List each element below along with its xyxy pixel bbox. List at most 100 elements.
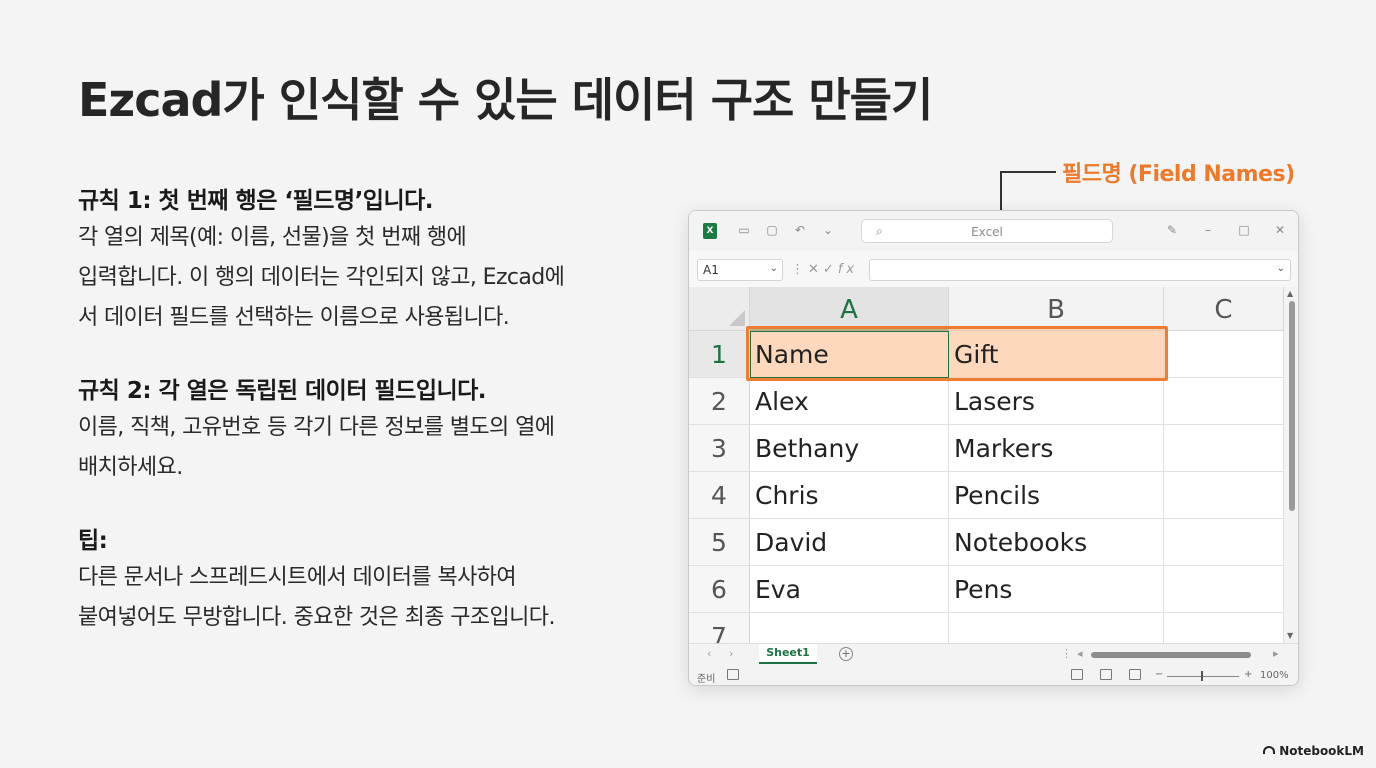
cell-b3[interactable]: Markers (949, 425, 1164, 472)
cell-a7[interactable] (750, 613, 949, 643)
formula-input[interactable]: ⌄ (869, 259, 1291, 281)
cell-a2[interactable]: Alex (750, 378, 949, 425)
tip: 팁: 다른 문서나 스프레드시트에서 데이터를 복사하여 붙여넣어도 무방합니다… (78, 524, 678, 638)
row-header[interactable]: 2 (689, 378, 750, 425)
column-header-b[interactable]: B (949, 287, 1164, 331)
sheet-tab-bar: ‹ › Sheet1 + ⋮ ◂ ▸ (689, 643, 1298, 665)
rule-2-line: 배치하세요. (78, 455, 183, 480)
scroll-down-icon[interactable]: ▼ (1287, 631, 1293, 640)
rule-1: 규칙 1: 첫 번째 행은 ‘필드명’입니다. 각 열의 제목(예: 이름, 선… (78, 184, 678, 338)
rule-2-body: 이름, 직책, 고유번호 등 각기 다른 정보를 별도의 열에 배치하세요. (78, 408, 678, 488)
name-box[interactable]: A1 ⌄ (697, 259, 783, 281)
normal-view-icon[interactable] (1071, 669, 1083, 680)
vertical-scrollbar[interactable]: ▲ ▼ (1284, 287, 1298, 643)
cell-a3[interactable]: Bethany (750, 425, 949, 472)
cell-b4[interactable]: Pencils (949, 472, 1164, 519)
field-name-name: Name (755, 340, 829, 369)
row-header[interactable]: 7 (689, 613, 750, 643)
select-all-corner[interactable] (689, 287, 750, 331)
scroll-left-icon[interactable]: ◂ (1077, 647, 1083, 660)
chevron-down-icon[interactable]: ⌄ (821, 223, 835, 237)
zoom-level[interactable]: 100% (1260, 670, 1289, 681)
rule-1-line: 각 열의 제목(예: 이름, 선물)을 첫 번째 행에 (78, 225, 467, 250)
row-header[interactable]: 1 (689, 331, 750, 378)
column-header-a[interactable]: A (750, 287, 949, 331)
search-input[interactable]: ⌕ Excel (861, 219, 1113, 243)
scroll-up-icon[interactable]: ▲ (1287, 289, 1293, 298)
fx-icon[interactable]: fx (838, 262, 858, 277)
brand-name: NotebookLM (1279, 744, 1364, 758)
spreadsheet-grid: A B C 1 2 3 4 5 6 7 Alex Lasers Bethany … (689, 287, 1284, 643)
field-names-callout: 필드명 (Field Names) (1062, 162, 1295, 187)
rule-1-heading: 규칙 1: 첫 번째 행은 ‘필드명’입니다. (78, 188, 434, 214)
tip-heading: 팁: (78, 528, 108, 554)
row-header[interactable]: 3 (689, 425, 750, 472)
check-icon[interactable]: ✓ (823, 262, 838, 277)
formula-bar: A1 ⌄ ⋮✕✓fx ⌄ (689, 257, 1298, 285)
scroll-right-icon[interactable]: ▸ (1273, 647, 1279, 660)
row-header[interactable]: 4 (689, 472, 750, 519)
cell-b6[interactable]: Pens (949, 566, 1164, 613)
title-bar: X ▭ ▢ ↶ ⌄ ⌕ Excel ✎ – □ ✕ (689, 211, 1298, 251)
cell-c4[interactable] (1164, 472, 1284, 519)
notebooklm-icon (1263, 746, 1276, 754)
cell-c2[interactable] (1164, 378, 1284, 425)
page-title: Ezcad가 인식할 수 있는 데이터 구조 만들기 (78, 73, 933, 127)
callout-connector (1000, 171, 1056, 173)
rule-1-line: 입력합니다. 이 행의 데이터는 각인되지 않고, Ezcad에 (78, 265, 565, 290)
tip-body: 다른 문서나 스프레드시트에서 데이터를 복사하여 붙여넣어도 무방합니다. 중… (78, 558, 678, 638)
folder-icon[interactable]: ▢ (765, 223, 779, 237)
page-break-icon[interactable] (1129, 669, 1141, 680)
horizontal-scrollbar-thumb[interactable] (1091, 652, 1251, 658)
add-sheet-icon[interactable]: + (839, 647, 853, 661)
accessibility-icon[interactable] (727, 669, 739, 680)
row-header[interactable]: 5 (689, 519, 750, 566)
chevron-down-icon: ⌄ (769, 263, 778, 274)
cell-a4[interactable]: Chris (750, 472, 949, 519)
scrollbar-thumb[interactable] (1289, 301, 1295, 511)
brand-logo: NotebookLM (1263, 744, 1364, 758)
column-header-c[interactable]: C (1164, 287, 1284, 331)
maximize-icon[interactable]: □ (1237, 223, 1251, 237)
rules-section: 규칙 1: 첫 번째 행은 ‘필드명’입니다. 각 열의 제목(예: 이름, 선… (78, 184, 678, 674)
prev-sheet-icon[interactable]: ‹ (707, 647, 711, 660)
excel-window: X ▭ ▢ ↶ ⌄ ⌕ Excel ✎ – □ ✕ A1 ⌄ ⋮✕✓fx ⌄ A… (688, 210, 1299, 686)
status-bar: 준비 − + 100% (689, 665, 1298, 685)
pen-icon[interactable]: ✎ (1165, 223, 1179, 237)
rule-1-body: 각 열의 제목(예: 이름, 선물)을 첫 번째 행에 입력합니다. 이 행의 … (78, 218, 678, 338)
cancel-icon[interactable]: ✕ (808, 262, 823, 277)
excel-logo-icon: X (703, 223, 717, 239)
name-box-value: A1 (703, 263, 719, 277)
more-icon[interactable]: ⋮ (1061, 647, 1072, 660)
rule-2-heading: 규칙 2: 각 열은 독립된 데이터 필드입니다. (78, 378, 487, 404)
undo-icon[interactable]: ↶ (793, 223, 807, 237)
rule-1-line: 서 데이터 필드를 선택하는 이름으로 사용됩니다. (78, 305, 510, 330)
cell-c6[interactable] (1164, 566, 1284, 613)
chevron-down-icon: ⌄ (1276, 263, 1285, 274)
zoom-slider-knob[interactable] (1201, 671, 1203, 681)
zoom-slider[interactable] (1167, 676, 1239, 677)
formula-icons: ⋮✕✓fx (791, 262, 858, 277)
page-layout-icon[interactable] (1100, 669, 1112, 680)
minimize-icon[interactable]: – (1201, 223, 1215, 237)
rule-2: 규칙 2: 각 열은 독립된 데이터 필드입니다. 이름, 직책, 고유번호 등… (78, 374, 678, 488)
cell-a6[interactable]: Eva (750, 566, 949, 613)
next-sheet-icon[interactable]: › (729, 647, 733, 660)
row-header[interactable]: 6 (689, 566, 750, 613)
sheet-tab[interactable]: Sheet1 (759, 644, 817, 664)
field-name-gift: Gift (954, 340, 999, 369)
cell-c3[interactable] (1164, 425, 1284, 472)
cell-c1[interactable] (1164, 331, 1284, 378)
cell-a5[interactable]: David (750, 519, 949, 566)
save-icon[interactable]: ▭ (737, 223, 751, 237)
close-icon[interactable]: ✕ (1273, 223, 1287, 237)
cell-b7[interactable] (949, 613, 1164, 643)
cell-c5[interactable] (1164, 519, 1284, 566)
more-icon[interactable]: ⋮ (791, 262, 808, 277)
zoom-in-icon[interactable]: + (1244, 669, 1252, 680)
cell-b5[interactable]: Notebooks (949, 519, 1164, 566)
rule-2-line: 이름, 직책, 고유번호 등 각기 다른 정보를 별도의 열에 (78, 415, 555, 440)
zoom-out-icon[interactable]: − (1155, 669, 1163, 680)
cell-c7[interactable] (1164, 613, 1284, 643)
cell-b2[interactable]: Lasers (949, 378, 1164, 425)
